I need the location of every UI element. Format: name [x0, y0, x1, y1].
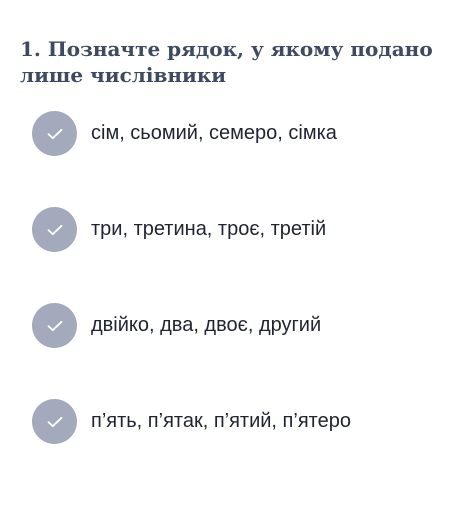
answer-option[interactable]: п’ять, п’ятак, п’ятий, п’ятеро [32, 399, 351, 444]
answer-option[interactable]: сім, сьомий, семеро, сімка [32, 111, 337, 156]
answer-option-label: двійко, два, двоє, другий [91, 314, 322, 336]
answer-option-label: п’ять, п’ятак, п’ятий, п’ятеро [91, 410, 351, 432]
answer-option[interactable]: три, третина, троє, третій [32, 207, 326, 252]
check-icon[interactable] [32, 207, 77, 252]
check-icon[interactable] [32, 111, 77, 156]
answer-options: сім, сьомий, семеро, сімка три, третина,… [0, 0, 474, 524]
check-icon[interactable] [32, 399, 77, 444]
answer-option-label: сім, сьомий, семеро, сімка [91, 122, 337, 144]
answer-option-label: три, третина, троє, третій [91, 218, 327, 240]
answer-option[interactable]: двійко, два, двоє, другий [32, 303, 321, 348]
check-icon[interactable] [32, 303, 77, 348]
